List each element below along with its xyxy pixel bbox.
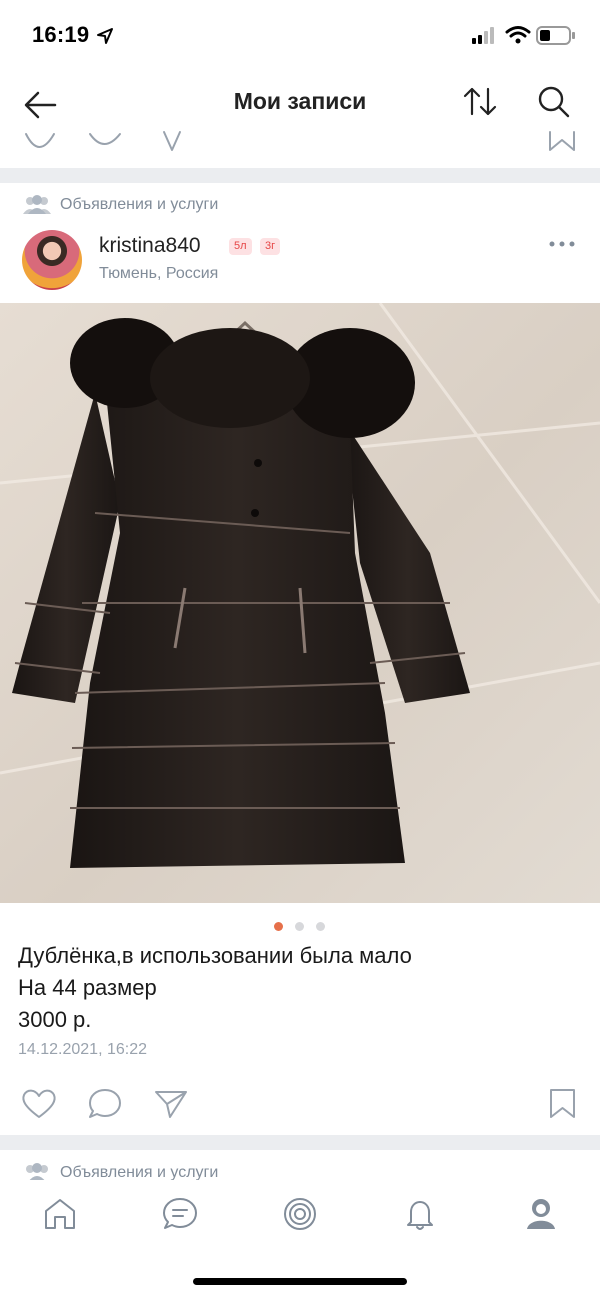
- feed-separator: [0, 1135, 600, 1150]
- share-icon[interactable]: [152, 1086, 192, 1122]
- page-title: Мои записи: [233, 88, 367, 114]
- coat-illustration: [0, 303, 600, 868]
- community-icon: [23, 195, 51, 214]
- notifications-icon[interactable]: [402, 1196, 438, 1232]
- next-post-group-label[interactable]: Объявления и услуги: [60, 1164, 218, 1180]
- sort-icon[interactable]: [462, 84, 498, 120]
- photo-dot[interactable]: [295, 922, 304, 931]
- photo-dot-active[interactable]: [274, 922, 283, 931]
- post-text-line: Дублёнка,в использовании была мало: [18, 943, 412, 968]
- feed-separator: [0, 168, 600, 183]
- search-icon[interactable]: [536, 84, 572, 120]
- post-text-line: На 44 размер: [18, 975, 157, 1000]
- messages-icon[interactable]: [161, 1196, 199, 1232]
- home-icon[interactable]: [42, 1196, 78, 1232]
- like-icon[interactable]: [20, 1086, 60, 1122]
- post-group-label[interactable]: Объявления и услуги: [60, 196, 218, 214]
- status-time: 16:19: [32, 22, 90, 47]
- previous-post-actions: [25, 131, 575, 151]
- bookmark-icon[interactable]: [546, 1086, 580, 1122]
- post-photo[interactable]: [0, 303, 600, 903]
- services-icon[interactable]: [282, 1196, 318, 1232]
- author-name[interactable]: kristina840: [99, 234, 201, 258]
- location-arrow-icon: [97, 28, 113, 44]
- community-icon: [26, 1163, 48, 1182]
- author-badge-years: 5л: [229, 238, 252, 255]
- author-location: Тюмень, Россия: [99, 265, 219, 282]
- more-options-icon[interactable]: [548, 236, 576, 252]
- author-avatar[interactable]: [22, 230, 82, 290]
- profile-icon[interactable]: [522, 1194, 560, 1232]
- author-badge-rating: 3г: [260, 238, 281, 255]
- signal-icon: [472, 27, 494, 44]
- post-date: 14.12.2021, 16:22: [18, 1041, 148, 1058]
- post-text-line: 3000 р.: [18, 1007, 92, 1032]
- wifi-icon: [505, 26, 531, 44]
- photo-dot[interactable]: [316, 922, 325, 931]
- comment-icon[interactable]: [86, 1086, 126, 1122]
- battery-icon: [536, 26, 575, 45]
- home-indicator[interactable]: [193, 1278, 407, 1285]
